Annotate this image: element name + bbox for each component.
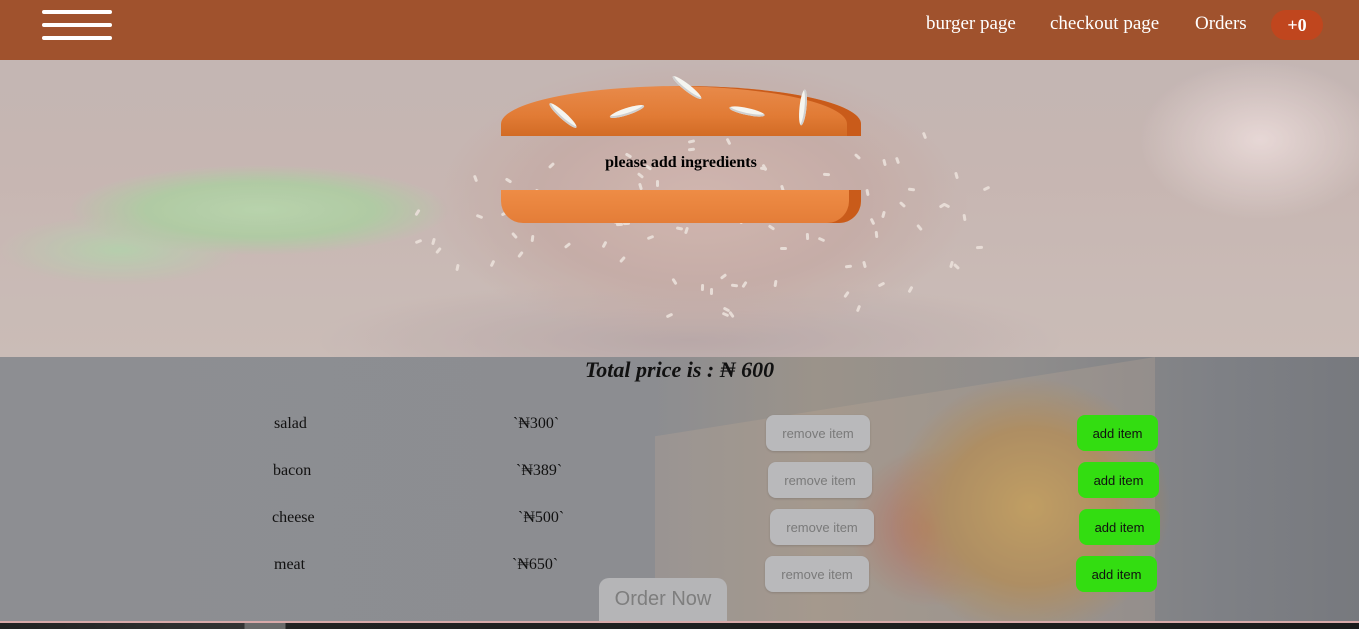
remove-salad-button[interactable]: remove item: [766, 415, 870, 451]
bun-top: [501, 73, 861, 136]
build-controls: Total price is : ₦ 600 salad `₦300` remo…: [0, 357, 1359, 621]
ingredient-name-meat: meat: [274, 556, 306, 573]
navbar: burger page checkout page Orders +0: [0, 0, 1359, 60]
burger-preview: please add ingredients: [501, 73, 861, 226]
hamburger-menu-icon[interactable]: [42, 10, 112, 42]
nav-link-burger-page[interactable]: burger page: [926, 13, 1016, 35]
nav-link-orders[interactable]: Orders: [1195, 13, 1247, 35]
ingredient-price-salad: `₦300`: [513, 415, 560, 432]
add-meat-button[interactable]: add item: [1076, 556, 1157, 592]
ingredient-price-cheese: `₦500`: [518, 509, 565, 526]
remove-bacon-button[interactable]: remove item: [768, 462, 872, 498]
ingredient-name-bacon: bacon: [273, 462, 312, 479]
nav-link-checkout-page[interactable]: checkout page: [1050, 13, 1159, 35]
add-ingredients-message: please add ingredients: [605, 154, 757, 171]
bottom-edge: [0, 621, 1359, 629]
bun-bottom: [501, 190, 861, 223]
add-salad-button[interactable]: add item: [1077, 415, 1158, 451]
hero-background: please add ingredients: [0, 60, 1359, 357]
add-cheese-button[interactable]: add item: [1079, 509, 1160, 545]
add-bacon-button[interactable]: add item: [1078, 462, 1159, 498]
ingredient-price-bacon: `₦389`: [516, 462, 563, 479]
order-now-button[interactable]: Order Now: [599, 578, 727, 621]
remove-cheese-button[interactable]: remove item: [770, 509, 874, 545]
remove-meat-button[interactable]: remove item: [765, 556, 869, 592]
cart-count-badge[interactable]: +0: [1271, 10, 1323, 40]
ingredient-name-salad: salad: [274, 415, 307, 432]
total-price: Total price is : ₦ 600: [584, 357, 775, 382]
ingredient-name-cheese: cheese: [272, 509, 315, 526]
ingredient-price-meat: `₦650`: [512, 556, 559, 573]
